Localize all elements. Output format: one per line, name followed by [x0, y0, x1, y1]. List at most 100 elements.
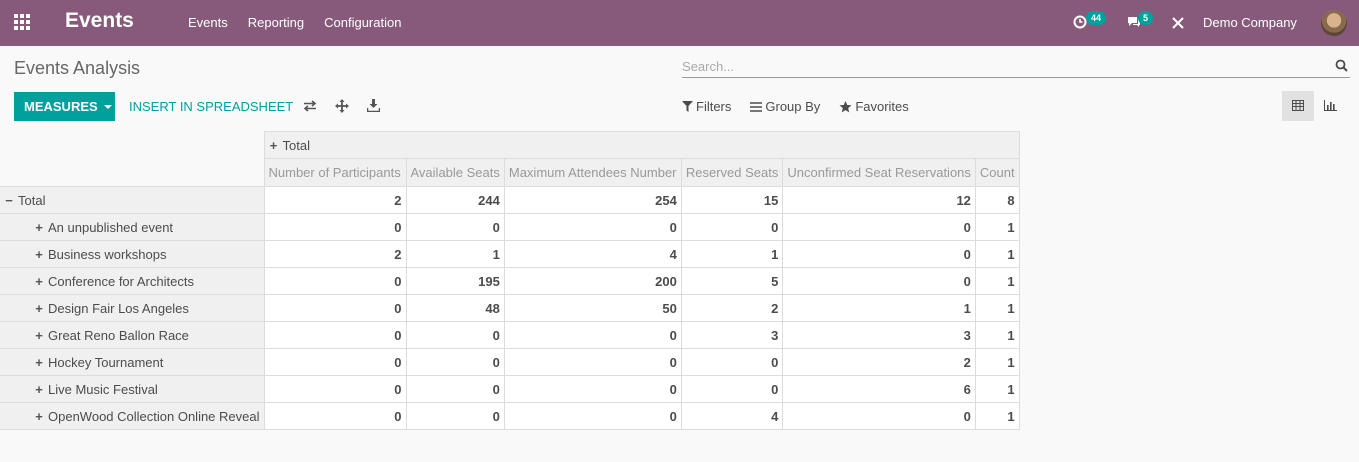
table-cell: 1 — [974, 267, 1020, 295]
table-cell: 4 — [503, 240, 682, 268]
table-cell: 0 — [263, 294, 407, 322]
table-cell: 1 — [680, 240, 784, 268]
row-label: OpenWood Collection Online Reveal — [48, 408, 260, 424]
menu-item-events[interactable]: Events — [188, 15, 228, 30]
graph-view-button[interactable] — [1314, 91, 1346, 121]
table-cell: 0 — [263, 348, 407, 376]
user-avatar[interactable] — [1321, 10, 1347, 36]
menu-item-configuration[interactable]: Configuration — [324, 15, 401, 30]
row-header[interactable]: + An unpublished event — [0, 213, 265, 241]
table-cell: 1 — [782, 294, 976, 322]
favorites-dropdown[interactable]: Favorites — [839, 99, 909, 114]
table-cell: 1 — [974, 240, 1020, 268]
table-cell: 3 — [680, 321, 784, 349]
expand-plus-icon: + — [35, 219, 43, 235]
table-cell: 244 — [405, 186, 505, 214]
expand-all-icon[interactable] — [335, 99, 349, 113]
search-icon[interactable] — [1335, 59, 1348, 72]
row-header[interactable]: + Design Fair Los Angeles — [0, 294, 265, 322]
company-switcher[interactable]: Demo Company — [1203, 15, 1297, 30]
table-cell: 254 — [503, 186, 682, 214]
pivot-table: + Total Number of Participants Available … — [0, 131, 1020, 430]
row-header[interactable]: + Business workshops — [0, 240, 265, 268]
row-header[interactable]: + Great Reno Ballon Race — [0, 321, 265, 349]
table-cell: 0 — [503, 402, 682, 430]
table-cell: 0 — [503, 348, 682, 376]
table-cell: 0 — [503, 213, 682, 241]
row-label: Business workshops — [48, 246, 167, 262]
menu-item-reporting[interactable]: Reporting — [248, 15, 304, 30]
table-cell: 195 — [405, 267, 505, 295]
pivot-corner — [0, 131, 265, 187]
measure-header[interactable]: Number of Participants — [263, 158, 407, 187]
table-cell: 15 — [680, 186, 784, 214]
flip-axis-icon[interactable] — [303, 100, 317, 112]
table-cell: 0 — [680, 375, 784, 403]
table-cell: 1 — [974, 321, 1020, 349]
measure-header[interactable]: Reserved Seats — [680, 158, 784, 187]
table-row: + Design Fair Los Angeles 0 48 50 2 1 1 — [0, 294, 1020, 322]
table-cell: 0 — [782, 267, 976, 295]
row-header[interactable]: + Live Music Festival — [0, 375, 265, 403]
table-cell: 8 — [974, 186, 1020, 214]
table-cell: 2 — [263, 186, 407, 214]
search-options: Filters Group By Favorites — [682, 99, 928, 114]
table-cell: 0 — [263, 402, 407, 430]
expand-plus-icon: + — [35, 408, 43, 424]
row-label: An unpublished event — [48, 219, 174, 235]
expand-plus-icon: + — [35, 327, 43, 343]
table-cell: 0 — [405, 348, 505, 376]
table-cell: 12 — [782, 186, 976, 214]
table-cell: 1 — [974, 213, 1020, 241]
table-cell: 1 — [405, 240, 505, 268]
apps-menu-icon[interactable] — [14, 14, 32, 30]
measure-header[interactable]: Available Seats — [405, 158, 505, 187]
row-label: Conference for Architects — [48, 273, 194, 289]
row-header[interactable]: + OpenWood Collection Online Reveal — [0, 402, 265, 430]
messages-badge: 5 — [1138, 11, 1154, 25]
measures-button[interactable]: MEASURES — [14, 92, 115, 121]
group-by-icon — [750, 101, 763, 112]
table-cell: 0 — [782, 240, 976, 268]
expand-plus-icon: + — [35, 381, 43, 397]
table-cell: 0 — [405, 375, 505, 403]
search-input[interactable] — [682, 56, 1322, 77]
bar-chart-icon — [1324, 100, 1337, 111]
table-cell: 2 — [263, 240, 407, 268]
activity-clock-icon[interactable] — [1073, 15, 1087, 29]
insert-in-spreadsheet-button[interactable]: INSERT IN SPREADSHEET — [129, 99, 293, 114]
measure-header[interactable]: Count — [974, 158, 1020, 187]
row-label: Great Reno Ballon Race — [48, 327, 189, 343]
main-menu: Events Reporting Configuration — [188, 15, 421, 30]
table-row: + An unpublished event 0 0 0 0 0 1 — [0, 213, 1020, 241]
row-label: Design Fair Los Angeles — [48, 300, 189, 316]
measures-label: MEASURES — [24, 99, 98, 114]
download-icon[interactable] — [367, 99, 380, 112]
table-cell: 4 — [680, 402, 784, 430]
table-cell: 0 — [782, 213, 976, 241]
filter-icon — [682, 101, 693, 112]
pivot-view-button[interactable] — [1282, 91, 1314, 121]
app-brand[interactable]: Events — [65, 9, 134, 33]
star-icon — [839, 100, 852, 112]
expand-plus-icon: + — [269, 137, 278, 153]
measure-header[interactable]: Unconfirmed Seat Reservations — [782, 158, 976, 187]
table-cell: 200 — [503, 267, 682, 295]
filters-dropdown[interactable]: Filters — [682, 99, 731, 114]
row-header-total[interactable]: − Total — [0, 186, 265, 214]
debug-tools-icon[interactable] — [1171, 16, 1185, 30]
total-row: − Total 2 244 254 15 12 8 — [0, 186, 1020, 214]
table-cell: 50 — [503, 294, 682, 322]
table-row: + Business workshops 2 1 4 1 0 1 — [0, 240, 1020, 268]
group-by-dropdown[interactable]: Group By — [750, 99, 820, 114]
table-cell: 0 — [263, 213, 407, 241]
collapse-minus-icon: − — [5, 192, 13, 208]
table-cell: 1 — [974, 402, 1020, 430]
favorites-label: Favorites — [855, 99, 909, 114]
table-cell: 0 — [680, 348, 784, 376]
row-header[interactable]: + Conference for Architects — [0, 267, 265, 295]
measure-header[interactable]: Maximum Attendees Number — [503, 158, 682, 187]
col-group-total[interactable]: + Total — [263, 131, 1020, 159]
table-cell: 0 — [263, 375, 407, 403]
row-header[interactable]: + Hockey Tournament — [0, 348, 265, 376]
